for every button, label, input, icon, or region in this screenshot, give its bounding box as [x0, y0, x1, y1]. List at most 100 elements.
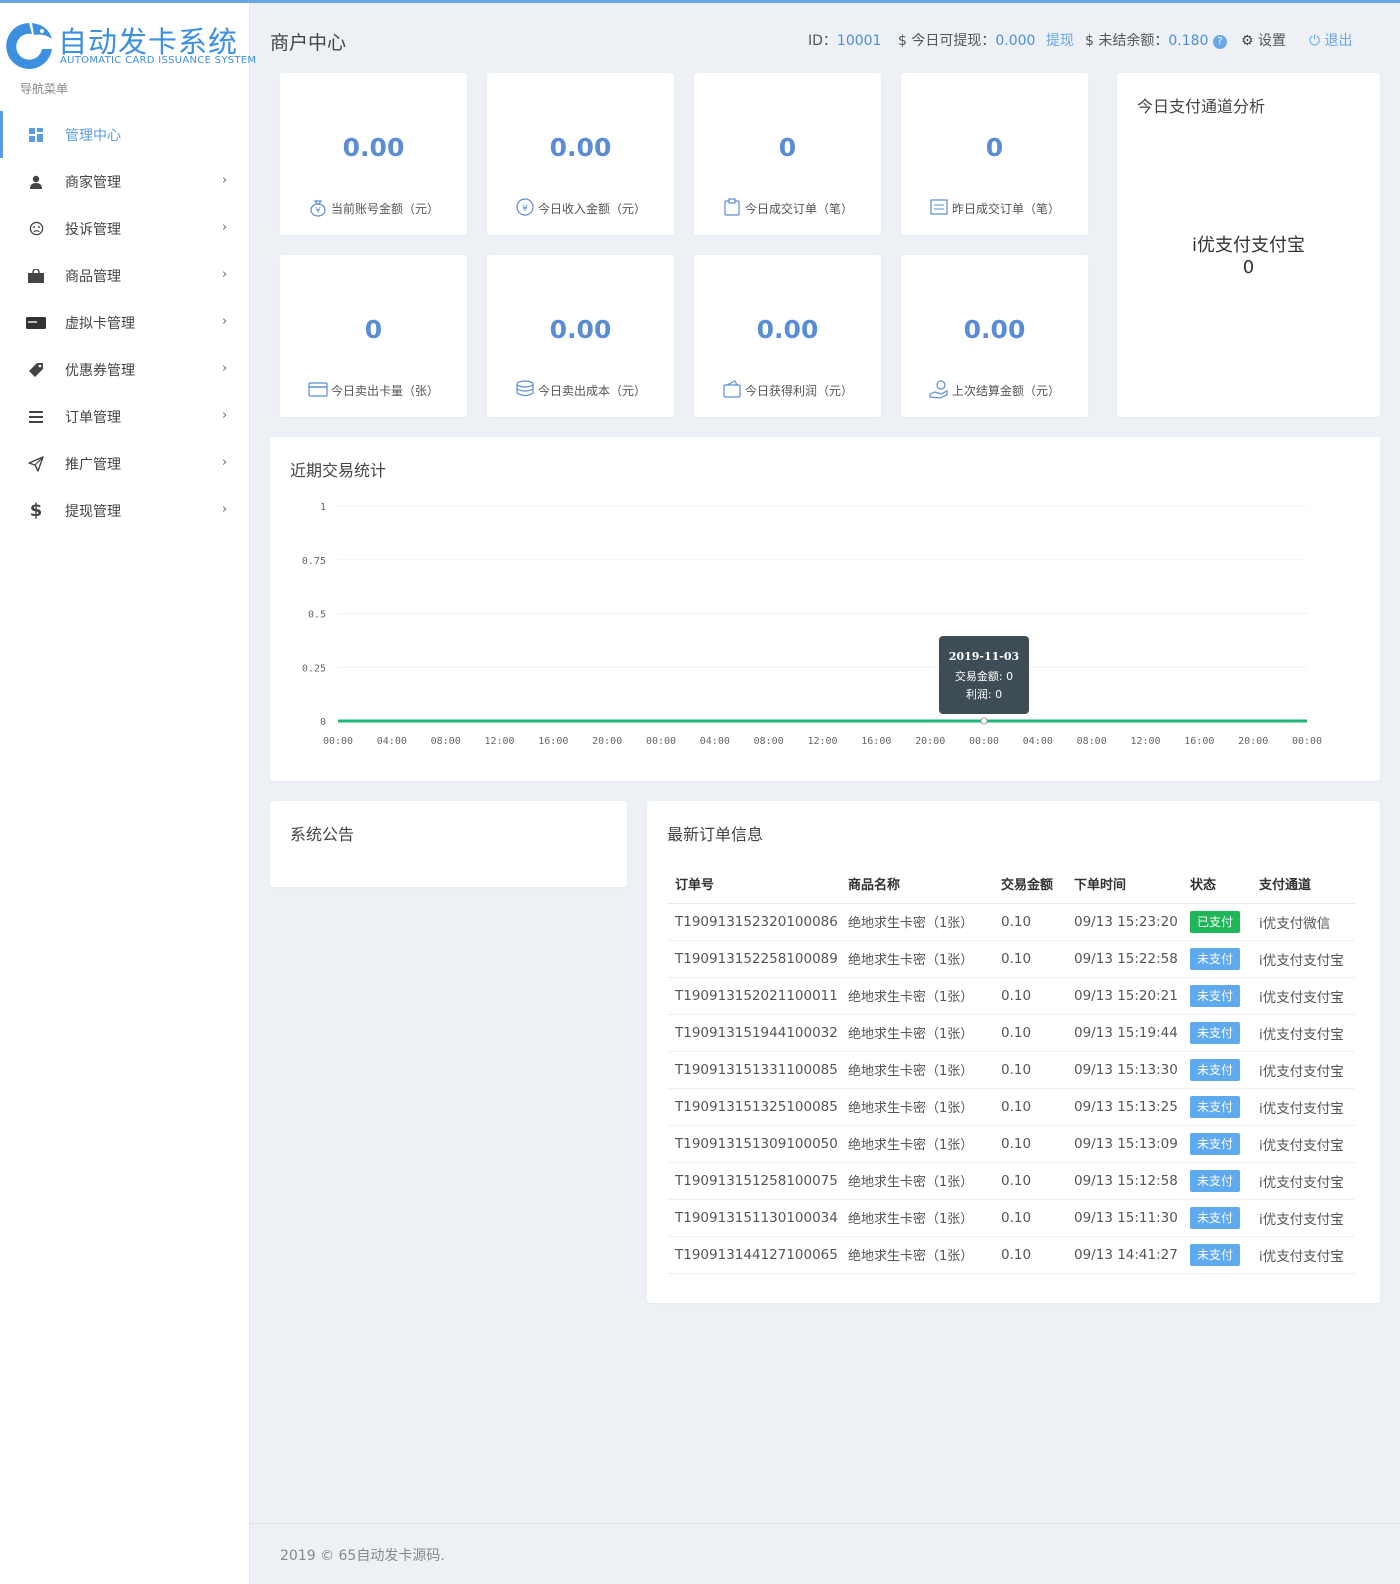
table-row[interactable]: T190913151309100050 绝地求生卡密（1张） 0.10 09/13 1…	[667, 1125, 1355, 1163]
x-tick-label: 12:00	[484, 736, 514, 747]
channel-cell: i优支付支付宝	[1251, 1014, 1355, 1052]
channel-cell: i优支付支付宝	[1251, 1162, 1355, 1200]
orders-table: 订单号 商品名称 交易金额 下单时间 状态 支付通道 T190913152320…	[667, 865, 1355, 1274]
y-tick-label: 0.25	[302, 663, 326, 674]
table-header-row: 订单号 商品名称 交易金额 下单时间 状态 支付通道	[667, 865, 1355, 904]
time-cell: 09/13 15:19:44	[1066, 1014, 1182, 1052]
logout-label: 退出	[1324, 33, 1353, 49]
x-tick-label: 16:00	[538, 736, 568, 747]
card-icon	[308, 382, 328, 397]
merchant-id-value: 10001	[836, 33, 882, 49]
time-cell: 09/13 15:13:25	[1066, 1088, 1182, 1126]
column-header-order-id[interactable]: 订单号	[667, 865, 840, 904]
table-row[interactable]: T190913152021100011 绝地求生卡密（1张） 0.10 09/13 1…	[667, 977, 1355, 1015]
payment-channel-value: 0	[1242, 257, 1255, 278]
stat-card-yesterday-orders: 0 昨日成交订单（笔）	[901, 73, 1088, 235]
table-row[interactable]: T190913151258100075 绝地求生卡密（1张） 0.10 09/13 1…	[667, 1162, 1355, 1200]
chevron-right-icon: ›	[222, 408, 228, 423]
latest-orders-panel: 最新订单信息 订单号 商品名称 交易金额 下单时间 状态 支付通道 T19091…	[647, 801, 1380, 1303]
stat-card-today-profit: 0.00 今日获得利润（元）	[694, 255, 881, 417]
stat-value: 0.00	[342, 133, 405, 162]
table-row[interactable]: T190913152258100089 绝地求生卡密（1张） 0.10 09/13 1…	[667, 940, 1355, 978]
table-row[interactable]: T190913151130100034 绝地求生卡密（1张） 0.10 09/13 1…	[667, 1199, 1355, 1237]
sidebar-item-withdraw[interactable]: $ 提现管理 ›	[0, 487, 250, 534]
sidebar-item-orders[interactable]: 订单管理 ›	[0, 393, 250, 440]
status-badge: 未支付	[1190, 1058, 1241, 1081]
sidebar-item-coupons[interactable]: 优惠券管理 ›	[0, 346, 250, 393]
time-cell: 09/13 15:20:21	[1066, 977, 1182, 1015]
logout-button[interactable]: ⏻ 退出	[1309, 30, 1353, 50]
x-tick-label: 00:00	[323, 736, 353, 747]
payment-channel-panel: 今日支付通道分析 i优支付支付宝 0	[1117, 73, 1380, 417]
x-tick-label: 00:00	[1292, 736, 1322, 747]
settings-button[interactable]: ⚙ 设置	[1241, 30, 1286, 50]
help-icon[interactable]: ?	[1212, 35, 1227, 49]
channel-cell: i优支付支付宝	[1251, 1051, 1355, 1089]
order-id-cell: T190913151325100085	[667, 1088, 840, 1126]
x-tick-label: 12:00	[807, 736, 837, 747]
sidebar-item-complaints[interactable]: 投诉管理 ›	[0, 205, 250, 252]
status-cell: 未支付	[1182, 1014, 1251, 1052]
column-header-time[interactable]: 下单时间	[1066, 865, 1182, 904]
amount-cell: 0.10	[993, 1162, 1066, 1200]
status-badge: 未支付	[1190, 1132, 1241, 1155]
logo[interactable]: 自动发卡系统 AUTOMATIC CARD ISSUANCE SYSTEM	[0, 13, 256, 73]
stat-label: 上次结算金额（元）	[901, 379, 1088, 399]
status-badge: 已支付	[1190, 910, 1241, 933]
stat-label: 昨日成交订单（笔）	[901, 197, 1088, 217]
power-icon: ⏻	[1309, 33, 1321, 49]
sidebar-item-label: 管理中心	[65, 127, 121, 144]
table-row[interactable]: T190913144127100065 绝地求生卡密（1张） 0.10 09/13 1…	[667, 1236, 1355, 1274]
status-badge: 未支付	[1190, 984, 1241, 1007]
column-header-channel[interactable]: 支付通道	[1251, 865, 1355, 904]
table-row[interactable]: T190913151944100032 绝地求生卡密（1张） 0.10 09/13 1…	[667, 1014, 1355, 1052]
stat-value: 0.00	[963, 315, 1026, 344]
system-notice-panel: 系统公告	[270, 801, 627, 887]
channel-cell: i优支付支付宝	[1251, 1125, 1355, 1163]
stat-label-text: 当前账号金额（元）	[330, 202, 439, 216]
order-id-cell: T190913152021100011	[667, 977, 840, 1015]
sidebar-item-virtual-cards[interactable]: 虚拟卡管理 ›	[0, 299, 250, 346]
table-row[interactable]: T190913151331100085 绝地求生卡密（1张） 0.10 09/13 1…	[667, 1051, 1355, 1089]
amount-cell: 0.10	[993, 1125, 1066, 1163]
status-badge: 未支付	[1190, 1021, 1241, 1044]
sidebar-item-merchant[interactable]: 商家管理 ›	[0, 158, 250, 205]
sidebar-item-label: 虚拟卡管理	[65, 315, 135, 332]
chevron-right-icon: ›	[222, 314, 228, 329]
time-cell: 09/13 14:41:27	[1066, 1236, 1182, 1274]
table-row[interactable]: T190913152320100086 绝地求生卡密（1张） 0.10 09/13 1…	[667, 903, 1355, 941]
product-cell: 绝地求生卡密（1张）	[840, 1014, 993, 1052]
stat-label-text: 今日获得利润（元）	[744, 384, 853, 398]
status-cell: 未支付	[1182, 1088, 1251, 1126]
sidebar-item-label: 投诉管理	[65, 221, 121, 238]
sidebar-item-label: 提现管理	[65, 503, 121, 520]
order-id-cell: T190913144127100065	[667, 1236, 840, 1274]
column-header-amount[interactable]: 交易金额	[993, 865, 1066, 904]
withdraw-link[interactable]: 提现	[1046, 33, 1074, 49]
unsettled-balance: $ 未结余额：0.180 ?	[1085, 30, 1227, 50]
stat-label: 今日成交订单（笔）	[694, 197, 881, 217]
column-header-status[interactable]: 状态	[1182, 865, 1251, 904]
transaction-line-chart[interactable]: 1 0.75 0.5 0.25 0 00:00 04:00 08:00 12:00 16:00 20…	[270, 437, 1380, 781]
table-row[interactable]: T190913151325100085 绝地求生卡密（1张） 0.10 09/13 1…	[667, 1088, 1355, 1126]
status-badge: 未支付	[1190, 1169, 1241, 1192]
column-header-product[interactable]: 商品名称	[840, 865, 993, 904]
stat-label: ¥ 今日收入金额（元）	[487, 197, 674, 217]
status-cell: 已支付	[1182, 903, 1251, 941]
sidebar-item-dashboard[interactable]: 管理中心	[0, 111, 250, 158]
sidebar-item-promotion[interactable]: 推广管理 ›	[0, 440, 250, 487]
withdrawable-label: $ 今日可提现：	[898, 33, 996, 49]
stat-label-text: 今日成交订单（笔）	[744, 202, 853, 216]
stat-card-today-orders: 0 今日成交订单（笔）	[694, 73, 881, 235]
order-id-cell: T190913151309100050	[667, 1125, 840, 1163]
x-tick-label: 16:00	[861, 736, 891, 747]
card-icon	[26, 313, 46, 333]
merchant-id-label: ID：	[808, 33, 837, 49]
stat-card-account-balance: 0.00 ¥ 当前账号金额（元）	[280, 73, 467, 235]
chevron-right-icon: ›	[222, 173, 228, 188]
x-tick-label: 20:00	[592, 736, 622, 747]
product-cell: 绝地求生卡密（1张）	[840, 1051, 993, 1089]
nav-menu: 管理中心 商家管理 › 投诉管理 › 商品管理 › 虚拟卡管理 › 优惠券管理 …	[0, 111, 250, 534]
sidebar-item-products[interactable]: 商品管理 ›	[0, 252, 250, 299]
status-cell: 未支付	[1182, 1162, 1251, 1200]
